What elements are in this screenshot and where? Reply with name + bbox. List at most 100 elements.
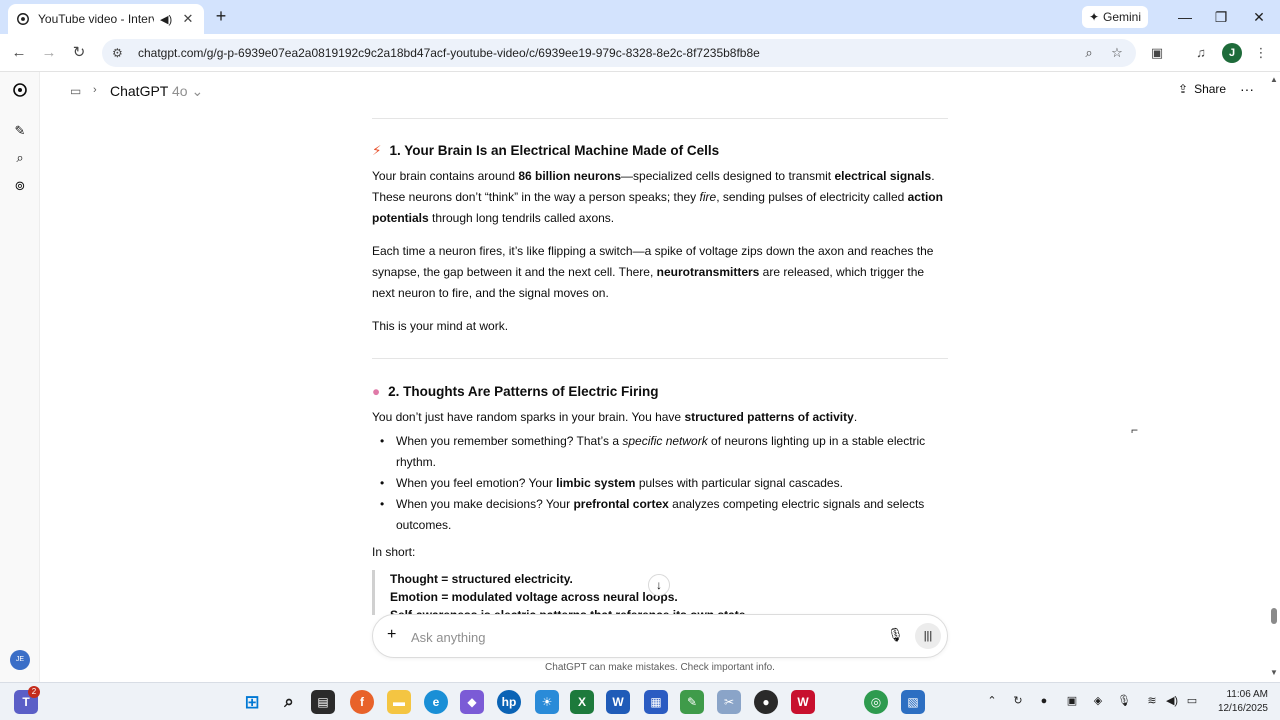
prompt-input[interactable] bbox=[411, 626, 871, 648]
model-selector[interactable]: ChatGPT 4o ⌄ bbox=[110, 83, 203, 100]
firefox-icon[interactable]: f bbox=[350, 690, 374, 714]
clock-date: 12/16/2025 bbox=[1217, 703, 1268, 714]
scroll-to-bottom-button[interactable]: ↓ bbox=[648, 574, 670, 596]
chevron-up-icon[interactable]: ⌃ bbox=[984, 693, 1000, 709]
remote-desktop-icon[interactable]: ▧ bbox=[901, 690, 925, 714]
tray-app-icon[interactable]: ● bbox=[1036, 693, 1052, 709]
taskbar-search-icon[interactable]: ⌕ bbox=[277, 690, 301, 714]
search-icon[interactable]: ⌕ bbox=[10, 148, 30, 168]
chatgpt-favicon-icon bbox=[17, 13, 29, 25]
office-icon[interactable]: W bbox=[791, 690, 815, 714]
voice-mode-button[interactable]: ||| bbox=[915, 623, 941, 649]
section-heading-1: ⚡ 1. Your Brain Is an Electrical Machine… bbox=[372, 140, 719, 161]
paragraph: Each time a neuron fires, it’s like flip… bbox=[372, 244, 934, 300]
chevron-down-icon: ⌄ bbox=[191, 83, 204, 99]
message-composer: + 🎙 ||| bbox=[372, 614, 948, 658]
new-chat-icon[interactable]: ✎ bbox=[10, 121, 30, 141]
restore-icon[interactable]: ❐ bbox=[1206, 4, 1236, 30]
bullet-list: When you remember something? That’s a sp… bbox=[372, 431, 948, 536]
bookmark-star-icon[interactable]: ☆ bbox=[1108, 45, 1126, 61]
snipping-icon[interactable]: ✂ bbox=[717, 690, 741, 714]
zoom-icon[interactable]: ⌕ bbox=[1080, 45, 1098, 61]
minimize-icon[interactable]: — bbox=[1170, 4, 1200, 30]
file-explorer-icon[interactable]: ▬ bbox=[387, 690, 411, 714]
divider bbox=[372, 118, 948, 119]
section-1-title: 1. Your Brain Is an Electrical Machine M… bbox=[389, 143, 720, 158]
app-sidebar: ✎ ⌕ ⊚ JE bbox=[0, 72, 40, 682]
user-avatar[interactable]: JE bbox=[10, 650, 30, 670]
divider bbox=[372, 358, 948, 359]
battery-icon[interactable]: ▭ bbox=[1184, 693, 1200, 709]
quote-line: Emotion = modulated voltage across neura… bbox=[390, 590, 678, 604]
model-name: ChatGPT bbox=[110, 83, 169, 99]
brain-icon: ● bbox=[372, 384, 381, 399]
url-text[interactable]: chatgpt.com/g/g-p-6939e07ea2a0819192c9c2… bbox=[138, 46, 1070, 60]
word-icon[interactable]: W bbox=[606, 690, 630, 714]
app-icon[interactable]: ● bbox=[754, 690, 778, 714]
paragraph: In short: bbox=[372, 545, 416, 559]
reload-icon[interactable]: ↻ bbox=[68, 42, 90, 64]
list-item: When you remember something? That’s a sp… bbox=[372, 431, 948, 473]
chrome-icon[interactable]: ◎ bbox=[864, 690, 888, 714]
sketch-icon[interactable]: ✎ bbox=[680, 690, 704, 714]
model-version: 4o bbox=[172, 83, 188, 99]
weather-icon[interactable]: ☀ bbox=[535, 690, 559, 714]
store-icon[interactable]: ▦ bbox=[644, 690, 668, 714]
profile-avatar[interactable]: J bbox=[1222, 43, 1242, 63]
defender-icon[interactable]: ◈ bbox=[1090, 693, 1106, 709]
tab-close-icon[interactable]: ✕ bbox=[180, 11, 196, 27]
browser-tab-active[interactable]: YouTube video - Interview ◀) ✕ bbox=[8, 4, 204, 34]
page-scrollbar[interactable]: ▲ ▼ bbox=[1268, 72, 1280, 682]
sparkle-icon: ✦ bbox=[1088, 10, 1100, 24]
browser-menu-icon[interactable]: ⋮ bbox=[1250, 42, 1272, 64]
share-icon: ⇪ bbox=[1178, 82, 1189, 96]
more-options-icon[interactable]: ··· bbox=[1240, 81, 1254, 97]
microphone-icon[interactable]: 🎙 bbox=[887, 627, 904, 643]
project-folder-icon[interactable]: ▭ bbox=[70, 84, 81, 98]
add-attachment-icon[interactable]: + bbox=[387, 626, 396, 644]
section-2-title: 2. Thoughts Are Patterns of Electric Fir… bbox=[388, 384, 659, 399]
list-item: When you make decisions? Your prefrontal… bbox=[372, 494, 948, 536]
openai-logo-icon[interactable] bbox=[10, 82, 30, 102]
browser-tab-bar: YouTube video - Interview ◀) ✕ + ✦ Gemin… bbox=[0, 0, 1280, 34]
library-icon[interactable]: ⊚ bbox=[10, 176, 30, 196]
excel-icon[interactable]: X bbox=[570, 690, 594, 714]
window-close-icon[interactable]: ✕ bbox=[1244, 4, 1274, 30]
address-bar[interactable]: ⚙ chatgpt.com/g/g-p-6939e07ea2a0819192c9… bbox=[102, 39, 1136, 67]
hp-icon[interactable]: hp bbox=[497, 690, 521, 714]
tab-search-icon[interactable]: ▣ bbox=[1146, 42, 1168, 64]
security-icon[interactable]: ▣ bbox=[1064, 693, 1080, 709]
paragraph: This is your mind at work. bbox=[372, 319, 509, 333]
chat-header: ▭ › ChatGPT 4o ⌄ ⇪ Share ··· bbox=[40, 72, 1268, 112]
share-button[interactable]: ⇪ Share bbox=[1178, 82, 1226, 96]
scroll-up-arrow-icon[interactable]: ▲ bbox=[1270, 75, 1278, 84]
back-icon[interactable]: ← bbox=[8, 42, 30, 64]
paragraph: Your brain contains around 86 billion ne… bbox=[372, 169, 943, 225]
chevron-right-icon: › bbox=[93, 84, 97, 96]
volume-icon[interactable]: ◀) bbox=[1164, 693, 1180, 709]
forward-icon[interactable]: → bbox=[38, 42, 60, 64]
scroll-down-arrow-icon[interactable]: ▼ bbox=[1270, 668, 1278, 677]
notification-badge: 2 bbox=[28, 686, 40, 698]
site-info-icon[interactable]: ⚙ bbox=[112, 46, 128, 60]
gemini-label: Gemini bbox=[1103, 10, 1142, 24]
task-view-icon[interactable]: ▤ bbox=[311, 690, 335, 714]
scrollbar-thumb[interactable] bbox=[1271, 608, 1277, 624]
sync-icon[interactable]: ↻ bbox=[1010, 693, 1026, 709]
wifi-icon[interactable]: ≋ bbox=[1144, 693, 1160, 709]
windows-start-icon[interactable]: ⊞ bbox=[240, 690, 264, 714]
windows-taskbar: T 2 ⊞ ⌕ ▤ f ▬ e ◆ hp ☀ X W ▦ ✎ ✂ ● W ◎ ▧… bbox=[0, 682, 1280, 720]
tray-microphone-icon[interactable]: 🎙 bbox=[1116, 693, 1132, 709]
mouse-cursor-icon: ⌐ bbox=[1131, 423, 1139, 437]
media-control-icon[interactable]: ♫ bbox=[1190, 42, 1212, 64]
speaker-icon[interactable]: ◀) bbox=[160, 13, 174, 26]
system-clock[interactable]: 11:06 AM 12/16/2025 bbox=[1206, 688, 1268, 716]
list-item: When you feel emotion? Your limbic syste… bbox=[372, 473, 948, 494]
copilot-icon[interactable]: ◆ bbox=[460, 690, 484, 714]
disclaimer-text: ChatGPT can make mistakes. Check importa… bbox=[545, 662, 775, 673]
gemini-button[interactable]: ✦ Gemini bbox=[1082, 6, 1148, 28]
new-tab-icon[interactable]: + bbox=[212, 6, 230, 28]
lightning-icon: ⚡ bbox=[372, 143, 382, 158]
edge-icon[interactable]: e bbox=[424, 690, 448, 714]
paragraph: You don’t just have random sparks in you… bbox=[372, 410, 858, 424]
